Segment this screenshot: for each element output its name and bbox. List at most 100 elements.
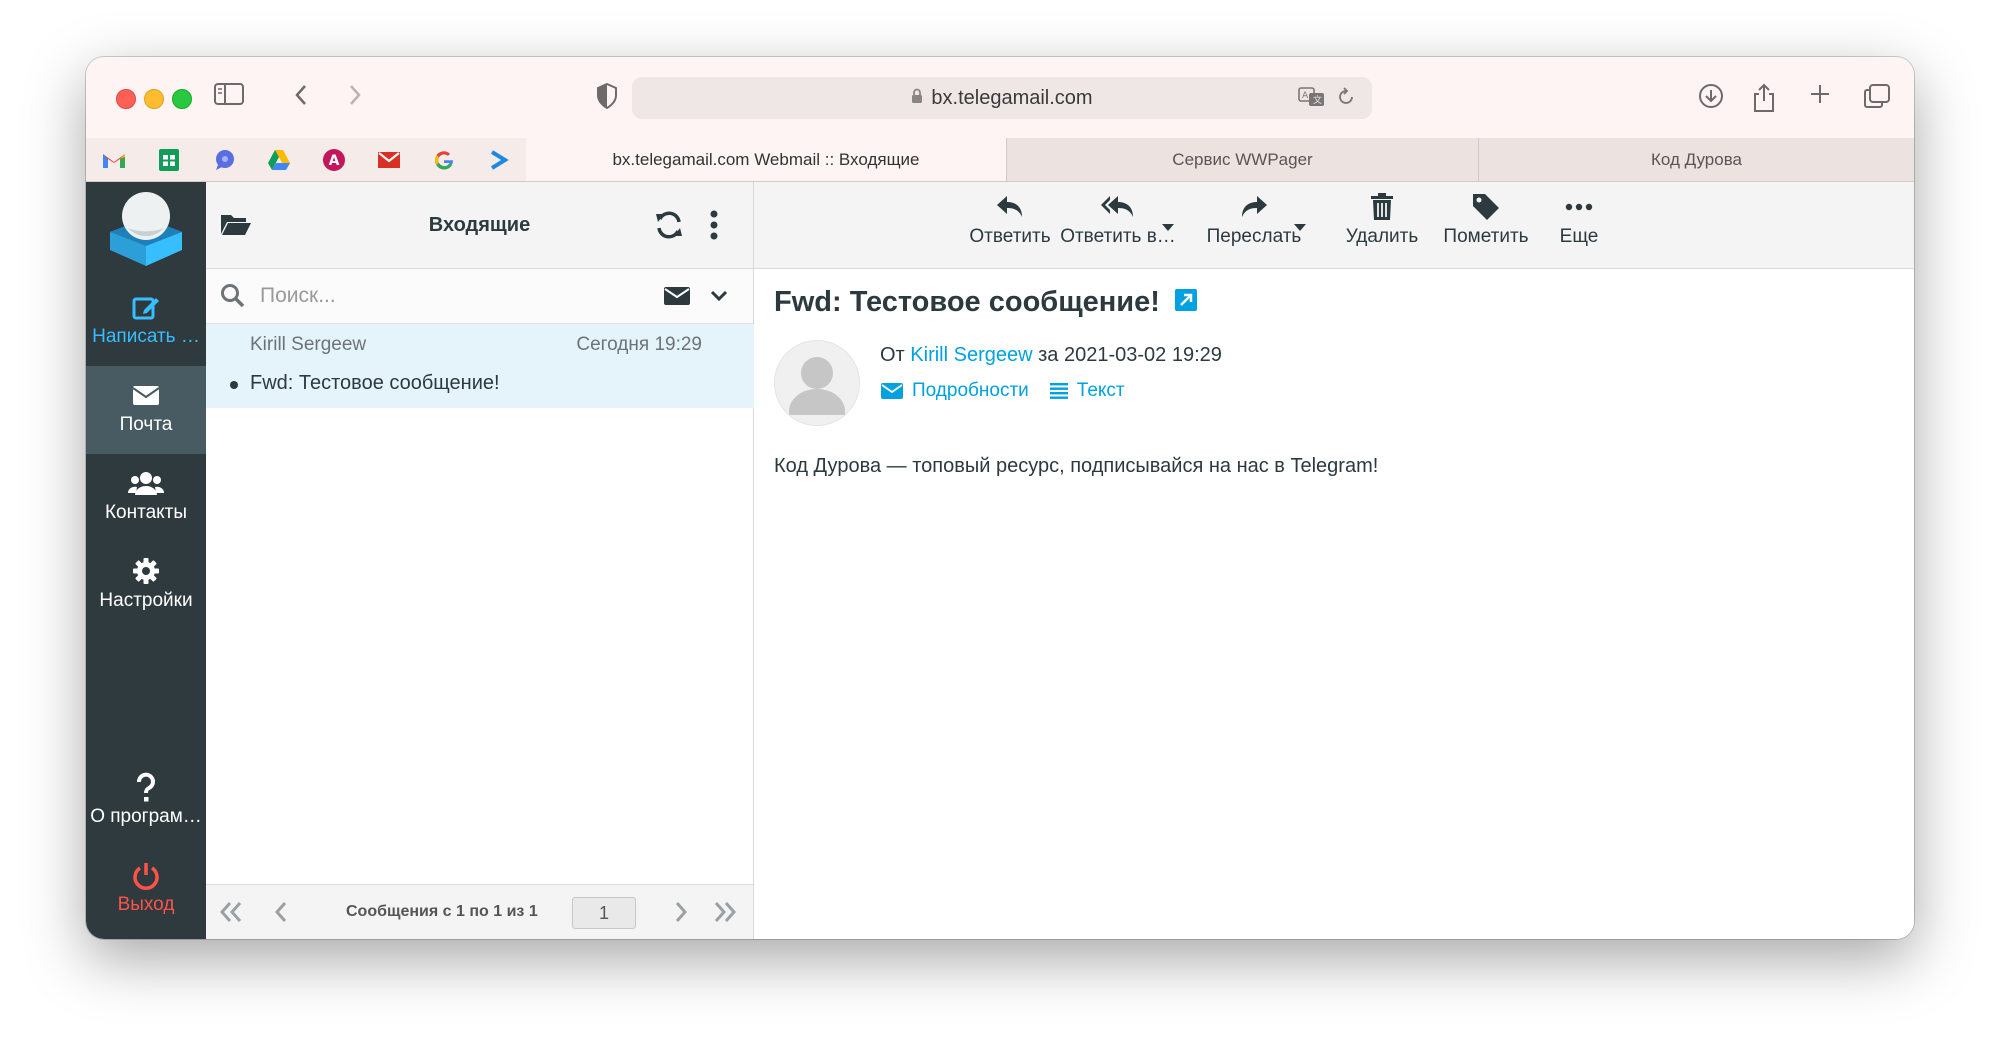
list-options-icon[interactable] [710, 210, 718, 245]
mail-icon[interactable] [361, 138, 417, 181]
message-body: Код Дурова — топовый ресурс, подписывайс… [774, 455, 1379, 477]
tab-overview-icon[interactable] [1860, 83, 1894, 113]
reply-icon [964, 192, 1056, 226]
compose-label: Написать … [92, 326, 200, 347]
roundcube-logo[interactable] [106, 188, 186, 268]
message-list-pane: Входящие Поиск... Kirill Sergeew Сегодня… [206, 182, 756, 939]
privacy-shield-icon[interactable] [590, 83, 624, 113]
messenger-icon[interactable] [196, 138, 252, 181]
svg-text:A: A [328, 153, 339, 169]
tab-label: Код Дурова [1650, 149, 1743, 169]
reload-icon[interactable] [1336, 86, 1356, 114]
refresh-icon[interactable] [654, 210, 684, 245]
page-number-input[interactable]: 1 [572, 897, 636, 929]
text-lines-icon [1049, 383, 1068, 399]
nav-about[interactable]: О програм… [86, 758, 206, 846]
next-page-icon[interactable] [666, 898, 696, 926]
details-link[interactable]: Подробности [880, 380, 1029, 402]
more-button[interactable]: Еще [1549, 192, 1609, 262]
message-row[interactable]: Kirill Sergeew Сегодня 19:29 Fwd: Тестов… [206, 324, 756, 408]
new-tab-icon[interactable] [1803, 83, 1837, 113]
list-header: Входящие [206, 182, 753, 269]
reply-button[interactable]: Ответить [964, 192, 1056, 262]
tab-bar: A bx.telegamail.com Webmail :: Входящие … [86, 138, 1914, 182]
unread-dot [230, 381, 238, 389]
first-page-icon[interactable] [216, 898, 246, 926]
reply-all-dropdown-icon[interactable] [1162, 224, 1174, 231]
arrow-app-icon[interactable] [471, 138, 527, 181]
tag-icon [1431, 192, 1541, 226]
forward-button[interactable]: Переслать [1206, 192, 1302, 262]
message-subject: Fwd: Тестовое сообщение! [250, 372, 500, 394]
chevron-down-icon[interactable] [710, 289, 728, 308]
translate-icon[interactable]: A文 [1298, 86, 1326, 114]
search-envelope-icon[interactable] [663, 286, 691, 311]
svg-text:文: 文 [1313, 94, 1322, 106]
nav-logout[interactable]: Выход [86, 846, 206, 934]
google-icon[interactable] [416, 138, 472, 181]
tab-wwpager[interactable]: Сервис WWPager [1007, 138, 1479, 181]
close-window-button[interactable] [116, 89, 136, 109]
gmail-icon[interactable] [86, 138, 142, 181]
forward-arrow-icon [1206, 192, 1302, 226]
delete-label: Удалить [1345, 226, 1419, 247]
contacts-label: Контакты [104, 502, 188, 523]
power-icon [86, 860, 206, 894]
envelope-icon [86, 380, 206, 414]
more-dots-icon [1549, 192, 1609, 226]
search-input[interactable]: Поиск... [260, 269, 336, 323]
from-prefix: От [880, 344, 905, 366]
tab-kod-durova[interactable]: Код Дурова [1479, 138, 1914, 181]
search-bar[interactable]: Поиск... [206, 269, 753, 324]
lock-icon [911, 87, 923, 110]
nav-mail[interactable]: Почта [86, 366, 206, 454]
address-bar[interactable]: bx.telegamail.com A文 [632, 77, 1372, 119]
message-subject-heading: Fwd: Тестовое сообщение! [774, 286, 1198, 320]
tab-webmail[interactable]: bx.telegamail.com Webmail :: Входящие [526, 138, 1007, 181]
sheets-icon[interactable] [141, 138, 197, 181]
svg-text:A: A [1302, 91, 1309, 101]
message-view-pane: Ответить Ответить в… Переслать Удалить П… [754, 182, 1914, 939]
trash-icon [1340, 192, 1424, 226]
plain-text-link[interactable]: Текст [1049, 380, 1125, 402]
compose-button[interactable]: Написать … [86, 278, 206, 366]
sidebar-toggle-icon[interactable] [212, 83, 246, 113]
drive-icon[interactable] [251, 138, 307, 181]
downloads-icon[interactable] [1694, 83, 1728, 113]
reply-all-button[interactable]: Ответить в… [1059, 192, 1177, 262]
delete-button[interactable]: Удалить [1340, 192, 1424, 262]
back-icon[interactable] [284, 83, 318, 113]
a-icon[interactable]: A [306, 138, 362, 181]
open-in-new-window-icon[interactable] [1174, 287, 1198, 320]
message-from: Kirill Sergeew [250, 334, 367, 355]
prev-page-icon[interactable] [266, 898, 296, 926]
reply-all-label: Ответить в… [1060, 226, 1176, 247]
title-bar: bx.telegamail.com A文 [86, 57, 1914, 139]
subject-text: Fwd: Тестовое сообщение! [774, 286, 1160, 318]
pager-info: Сообщения с 1 по 1 из 1 [346, 903, 538, 920]
mark-button[interactable]: Пометить [1431, 192, 1541, 262]
nav-settings[interactable]: Настройки [86, 542, 206, 630]
search-icon [220, 283, 246, 314]
zoom-window-button[interactable] [172, 89, 192, 109]
mail-label: Почта [119, 414, 173, 435]
tab-label: Сервис WWPager [1172, 149, 1313, 169]
browser-window: bx.telegamail.com A文 A bx.telegamail.com… [86, 57, 1914, 939]
forward-dropdown-icon[interactable] [1294, 224, 1306, 231]
forward-icon[interactable] [338, 83, 372, 113]
last-page-icon[interactable] [710, 898, 740, 926]
details-envelope-icon [881, 383, 903, 399]
from-line: От Kirill Sergeew за 2021-03-02 19:29 [880, 344, 1222, 367]
question-icon [86, 772, 206, 806]
minimize-window-button[interactable] [144, 89, 164, 109]
mark-label: Пометить [1443, 226, 1529, 247]
date-prefix: за [1038, 344, 1059, 366]
nav-contacts[interactable]: Контакты [86, 454, 206, 542]
message-date: Сегодня 19:29 [576, 334, 702, 355]
message-date-full: 2021-03-02 19:29 [1063, 344, 1222, 366]
sender-link[interactable]: Kirill Sergeew [910, 344, 1032, 366]
text-label: Текст [1076, 380, 1125, 401]
gear-icon [86, 556, 206, 590]
users-icon [86, 468, 206, 502]
share-icon[interactable] [1747, 83, 1781, 113]
